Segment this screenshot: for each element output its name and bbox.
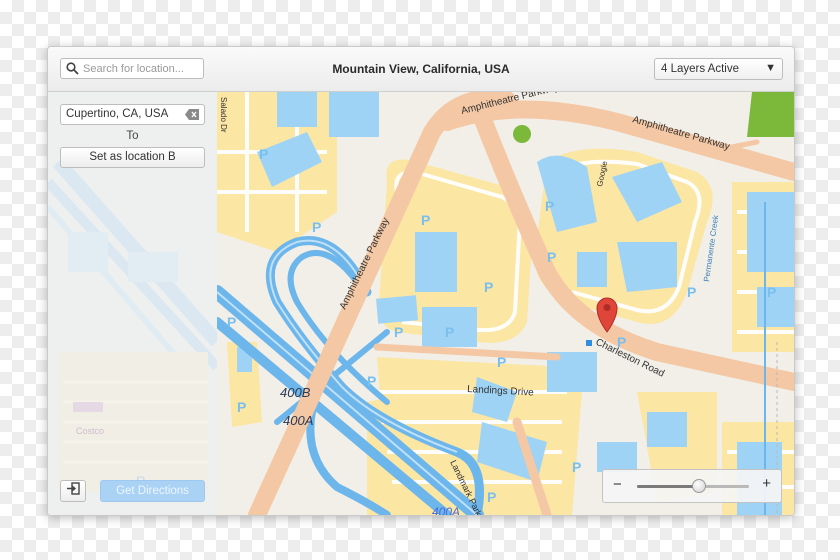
zoom-slider-track[interactable] — [637, 479, 749, 493]
parking-label: P — [497, 354, 506, 370]
layers-dropdown-label: 4 Layers Active — [661, 63, 739, 75]
parking-label: P — [572, 459, 581, 475]
costco-label: Costco — [76, 426, 104, 436]
location-a-value: Cupertino, CA, USA — [66, 108, 169, 120]
chevron-down-icon: ▼ — [765, 62, 776, 74]
parking-label: P — [617, 334, 626, 350]
park-area — [747, 92, 794, 137]
poi-marker — [586, 340, 592, 346]
zoom-in-button[interactable]: + — [762, 476, 771, 492]
highway-400a-bottom-label: 400A — [432, 505, 460, 515]
parking-label: P — [227, 314, 236, 330]
zoom-slider-fill — [637, 485, 699, 488]
location-a-field[interactable]: Cupertino, CA, USA — [60, 104, 205, 125]
parking-label: P — [367, 373, 376, 389]
get-directions-button[interactable]: Get Directions — [100, 480, 205, 502]
search-input[interactable] — [83, 62, 198, 75]
highway-400a-label: 400A — [283, 413, 313, 428]
parking-label: P — [767, 284, 776, 300]
zoom-slider-handle[interactable] — [691, 479, 706, 493]
parking-label: P — [394, 324, 403, 340]
parking-label: P — [259, 146, 268, 162]
parking-label: P — [487, 489, 496, 505]
set-location-b-button[interactable]: Set as location B — [60, 147, 205, 168]
exit-button[interactable] — [60, 480, 86, 502]
zoom-control: − + — [602, 469, 782, 503]
header-bar: Mountain View, California, USA 4 Layers … — [48, 47, 794, 92]
parking-label: P — [547, 249, 556, 265]
parking-label: P — [687, 284, 696, 300]
parking-label: P — [484, 279, 493, 295]
map-view[interactable]: Amphitheatre Parkway Amphitheatre Parkwa… — [217, 92, 794, 515]
parking-label: P — [445, 324, 454, 340]
tree-icon — [513, 125, 531, 143]
to-label: To — [126, 130, 139, 142]
maps-window: Mountain View, California, USA 4 Layers … — [47, 46, 795, 516]
map-canvas[interactable]: Amphitheatre Parkway Amphitheatre Parkwa… — [217, 92, 794, 515]
zoom-out-button[interactable]: − — [613, 477, 622, 493]
highway-400b-label: 400B — [280, 385, 311, 400]
parking-label: P — [237, 399, 246, 415]
sidebar: Costco P Cupertino, CA, USA To Set as lo… — [48, 92, 218, 515]
exit-icon — [66, 482, 80, 500]
search-icon — [61, 59, 83, 78]
parking-label: P — [312, 219, 321, 235]
parking-label: P — [545, 198, 554, 214]
salado-drive-label: Salado Dr — [219, 97, 228, 133]
layers-dropdown[interactable]: 4 Layers Active ▼ — [654, 58, 783, 80]
clear-text-icon[interactable] — [185, 109, 199, 123]
window-title: Mountain View, California, USA — [332, 62, 510, 76]
parking-label: P — [421, 212, 430, 228]
search-field[interactable] — [60, 58, 204, 79]
